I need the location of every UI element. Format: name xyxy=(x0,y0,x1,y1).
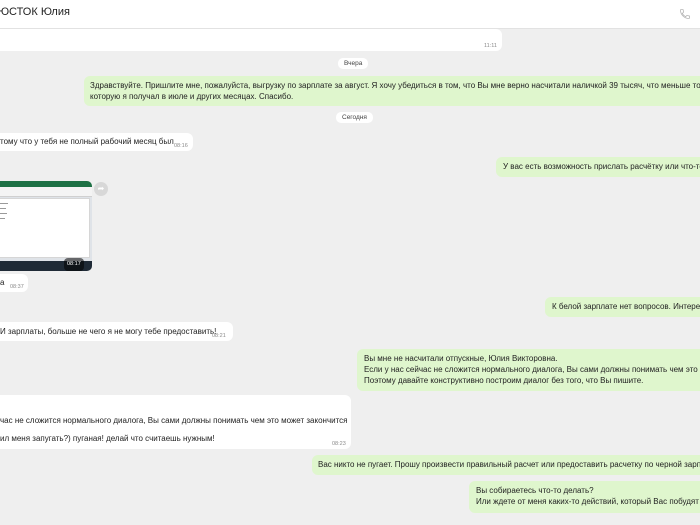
message-time: 08:37 xyxy=(10,284,24,290)
message-text: У вас есть возможность прислать расчётку… xyxy=(503,162,700,171)
message-text: Вас никто не пугает. Прошу произвести пр… xyxy=(318,460,700,469)
phone-icon[interactable] xyxy=(679,8,691,20)
incoming-message[interactable]: тому что у тебя не полный рабочий месяц … xyxy=(0,133,193,151)
message-text: а xyxy=(0,278,5,287)
incoming-message[interactable]: а 08:37 xyxy=(0,274,28,292)
message-text: Или ждете от меня каких-то действий, кот… xyxy=(476,497,700,506)
incoming-message[interactable]: час не сложится нормального диалога, Вы … xyxy=(0,395,351,449)
message-text: которую я получал в июле и других месяца… xyxy=(90,92,294,101)
message-text: Если у нас сейчас не сложится нормальног… xyxy=(364,365,700,374)
message-text: Вы мне не насчитали отпускные, Юлия Викт… xyxy=(364,354,558,363)
message-time: 08:21 xyxy=(212,333,226,339)
share-icon[interactable]: ➦ xyxy=(94,182,108,196)
date-separator: Сегодня xyxy=(336,112,373,123)
message-text: К белой зарплате нет вопросов. Интерес xyxy=(552,302,700,311)
chat-title: ЮСТОК Юлия xyxy=(0,6,70,18)
incoming-message[interactable]: 11:11 xyxy=(0,29,502,51)
message-text: час не сложится нормального диалога, Вы … xyxy=(0,416,348,425)
outgoing-message[interactable]: Здравствуйте. Пришлите мне, пожалуйста, … xyxy=(84,76,700,106)
image-message[interactable]: 08:17 xyxy=(0,181,92,271)
message-time: 08:23 xyxy=(332,441,346,447)
outgoing-message[interactable]: Вы мне не насчитали отпускные, Юлия Викт… xyxy=(357,349,700,391)
message-text: тому что у тебя не полный рабочий месяц … xyxy=(0,137,174,146)
outgoing-message[interactable]: К белой зарплате нет вопросов. Интерес xyxy=(545,297,700,317)
message-text: И зарплаты, больше не чего я не могу теб… xyxy=(0,327,217,336)
message-text: Здравствуйте. Пришлите мне, пожалуйста, … xyxy=(90,81,700,90)
date-separator: Вчера xyxy=(338,58,369,69)
message-time: 11:11 xyxy=(484,43,497,49)
message-text: Вы собираетесь что-то делать? xyxy=(476,486,594,495)
outgoing-message[interactable]: У вас есть возможность прислать расчётку… xyxy=(496,157,700,177)
message-time: 08:16 xyxy=(174,143,188,149)
outgoing-message[interactable]: Вы собираетесь что-то делать? Или ждете … xyxy=(469,481,700,513)
incoming-message[interactable]: И зарплаты, больше не чего я не могу теб… xyxy=(0,322,233,341)
outgoing-message[interactable]: Вас никто не пугает. Прошу произвести пр… xyxy=(312,455,700,475)
chat-header: ЮСТОК Юлия xyxy=(0,0,700,29)
message-text: ил меня запугать?) пуганая! делай что сч… xyxy=(0,434,215,443)
message-text: Поэтому давайте конструктивно построим д… xyxy=(364,376,644,385)
message-time: 08:17 xyxy=(64,258,84,271)
message-list[interactable]: 11:11 Вчера Здравствуйте. Пришлите мне, … xyxy=(0,29,700,525)
